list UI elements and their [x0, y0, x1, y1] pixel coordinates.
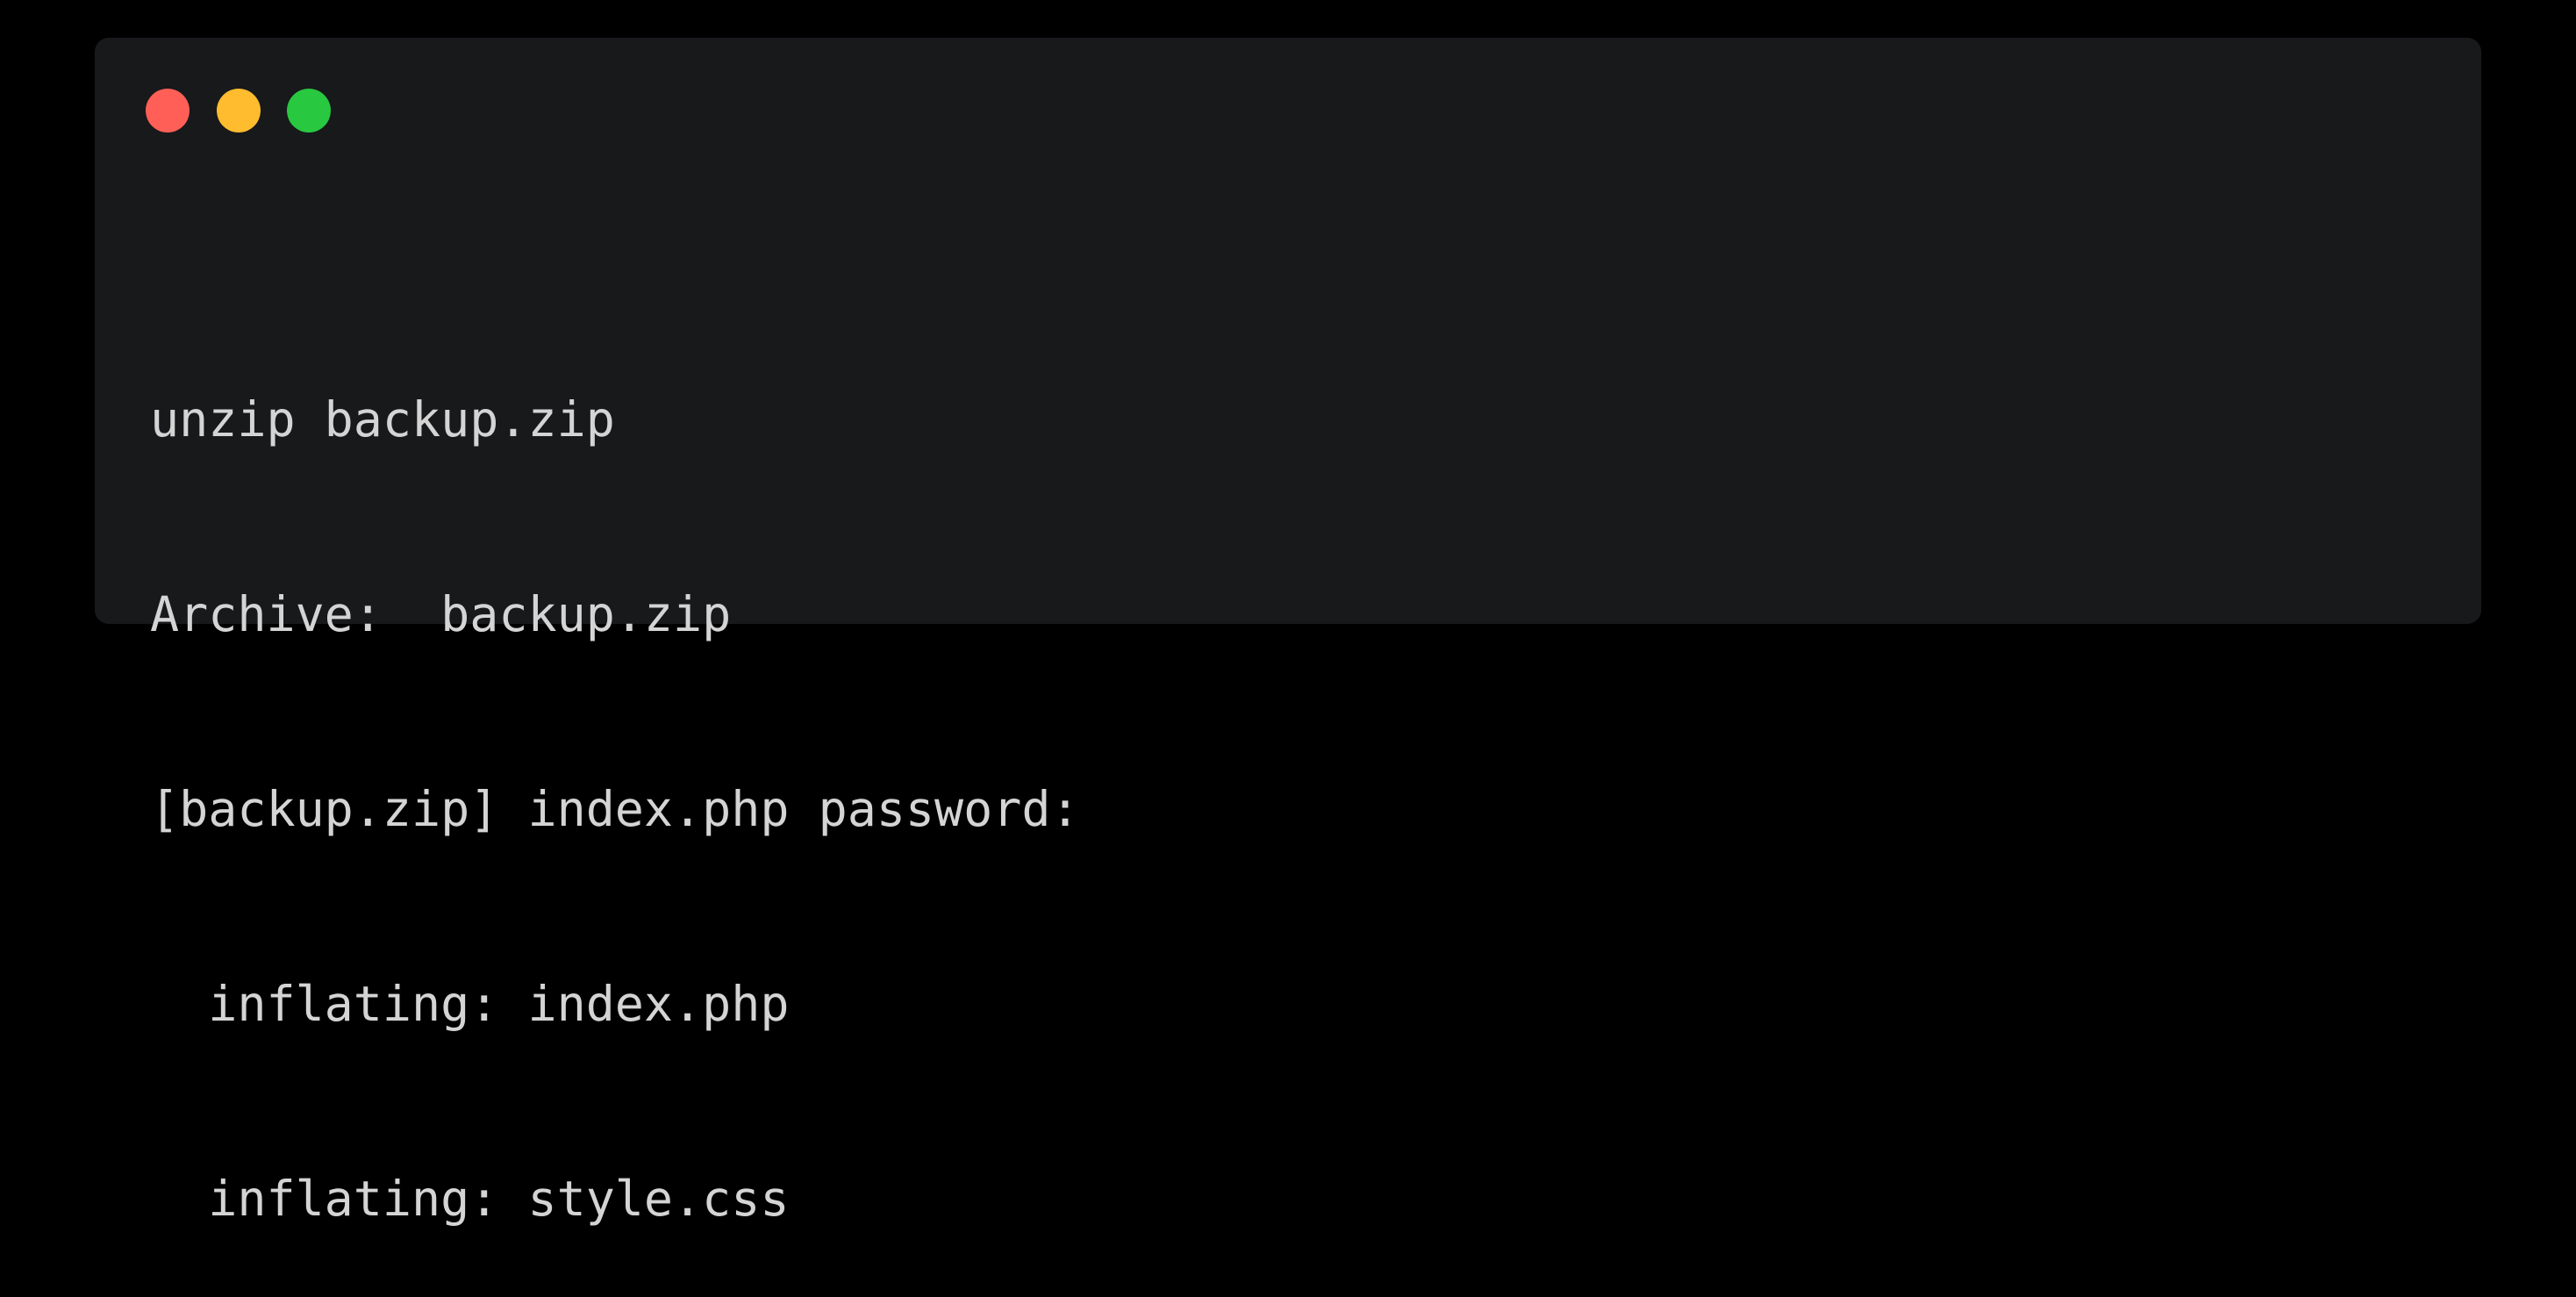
minimize-button[interactable] — [217, 89, 261, 133]
terminal-line: [backup.zip] index.php password: — [150, 781, 1080, 837]
terminal-window: unzip backup.zip Archive: backup.zip [ba… — [95, 38, 2481, 1227]
close-button[interactable] — [146, 89, 190, 133]
terminal-line: unzip backup.zip — [150, 391, 615, 448]
terminal-line: Archive: backup.zip — [150, 586, 732, 642]
maximize-button[interactable] — [287, 89, 331, 133]
terminal-output: unzip backup.zip Archive: backup.zip [ba… — [150, 257, 1080, 1297]
terminal-line: inflating: index.php — [150, 976, 790, 1032]
terminal-line: inflating: style.css — [150, 1171, 790, 1227]
